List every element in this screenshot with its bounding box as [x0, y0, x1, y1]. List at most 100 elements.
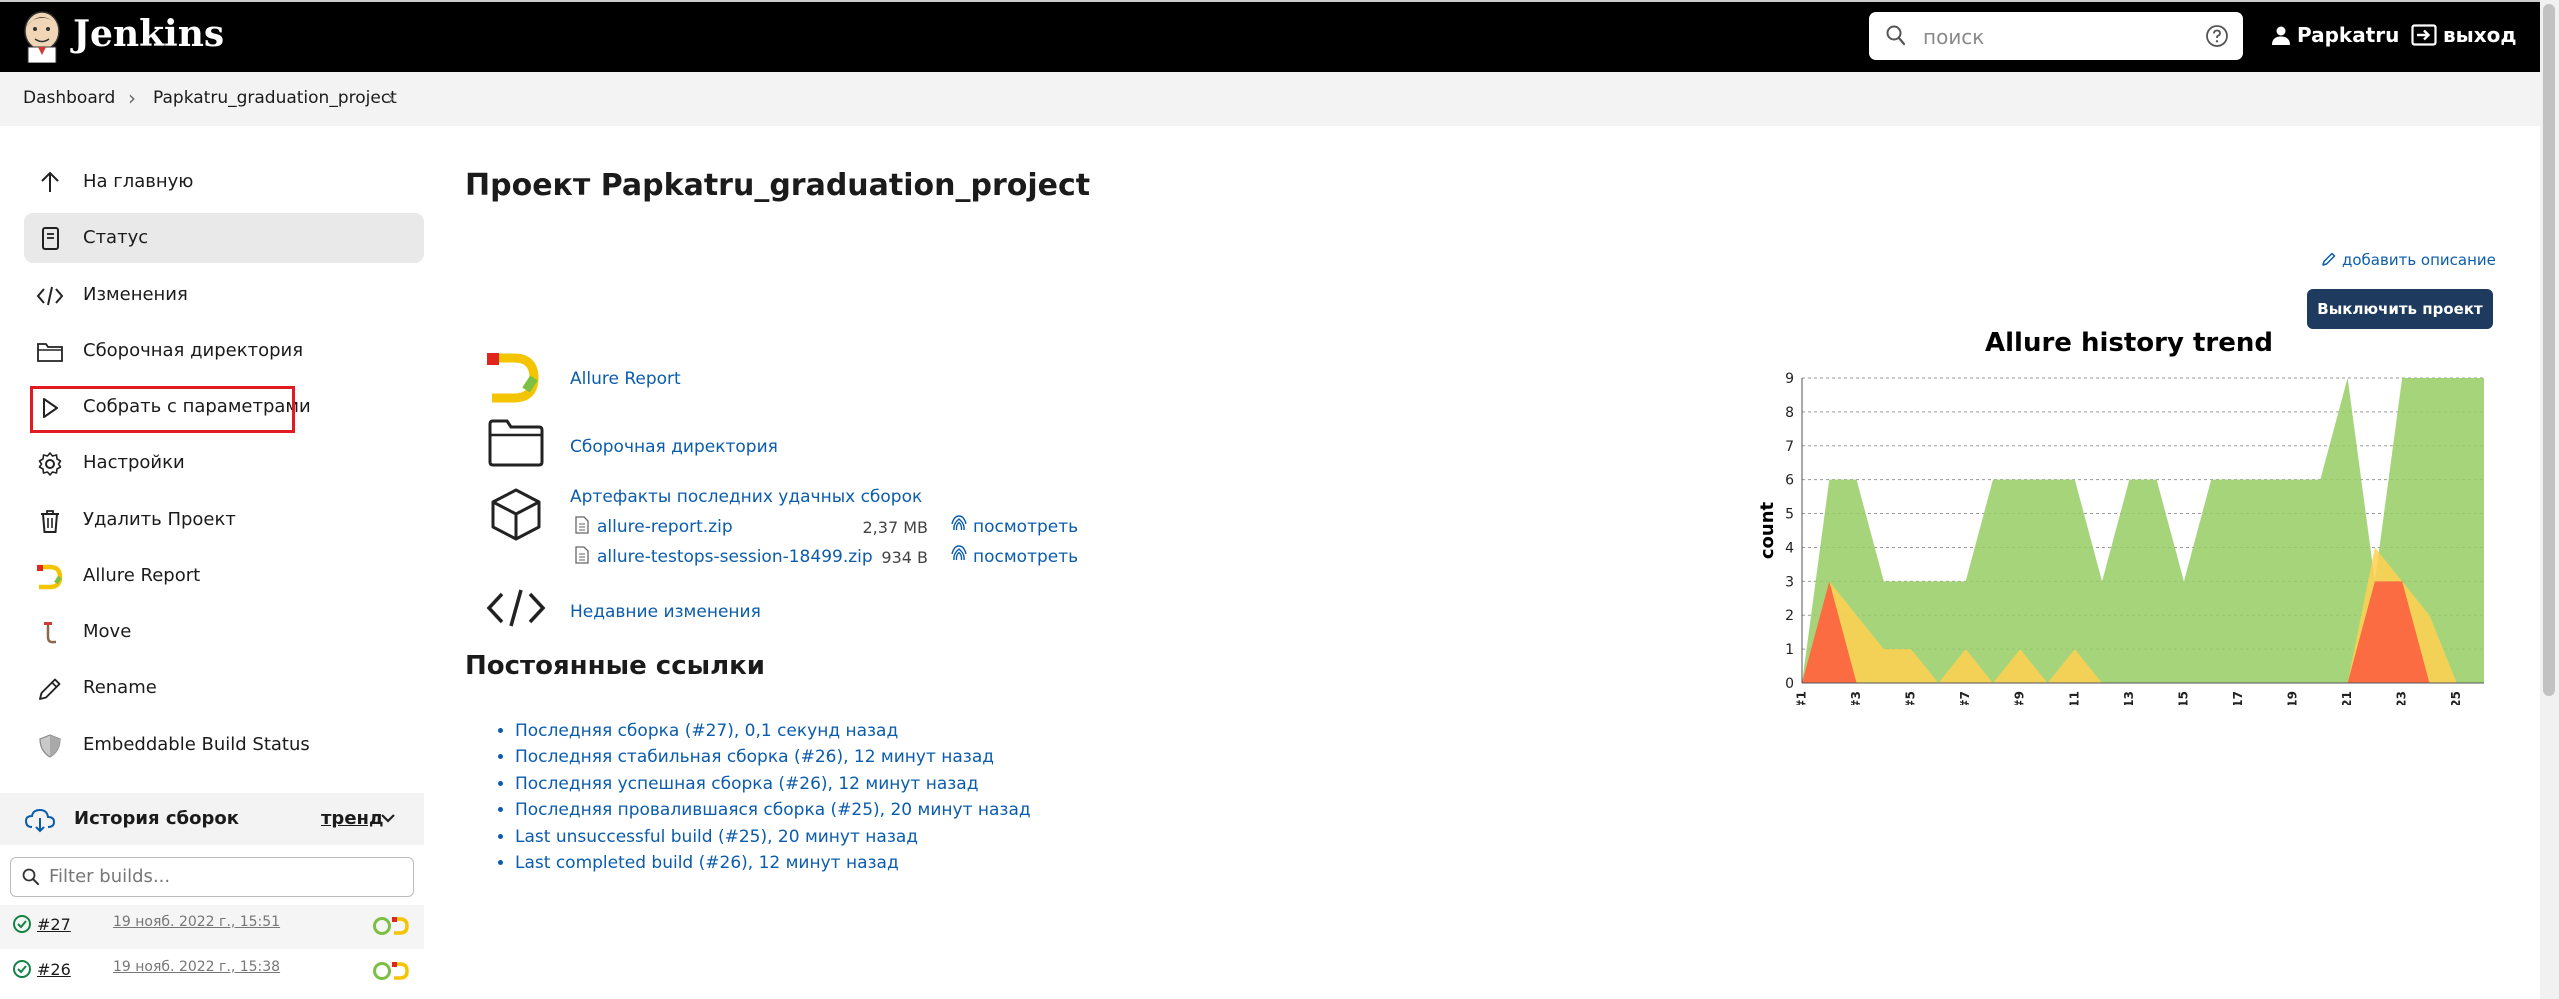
trend-link[interactable]: тренд	[321, 808, 384, 829]
list-item: Last completed build (#26), 12 минут наз…	[515, 850, 1031, 876]
user-icon	[2272, 26, 2290, 45]
artifact-size: 934 B	[881, 548, 928, 567]
artifact-file-link[interactable]: allure-report.zip	[597, 517, 733, 537]
logout-link[interactable]: выход	[2411, 23, 2517, 47]
list-item: Последняя успешная сборка (#26), 12 мину…	[515, 771, 1031, 797]
permalink[interactable]: Последняя стабильная сборка (#26), 12 ми…	[515, 747, 994, 767]
gear-icon	[38, 452, 62, 476]
build-row[interactable]: #27 19 нояб. 2022 г., 15:51	[0, 905, 424, 949]
allure-report-icon[interactable]	[372, 961, 412, 981]
chevron-down-icon[interactable]	[380, 812, 396, 824]
highlight-box	[30, 386, 295, 433]
search-icon	[22, 868, 39, 885]
allure-report-icon[interactable]	[372, 916, 412, 936]
shield-icon	[39, 734, 61, 758]
x-tick-label: #7	[1958, 691, 1972, 705]
list-item: Последняя стабильная сборка (#26), 12 ми…	[515, 744, 1031, 770]
permalink[interactable]: Last unsuccessful build (#25), 20 минут …	[515, 827, 918, 847]
y-tick-label: 6	[1785, 473, 1794, 489]
artifact-file-link[interactable]: allure-testops-session-18499.zip	[597, 547, 873, 567]
artifacts-link[interactable]: Артефакты последних удачных сборок	[570, 487, 922, 507]
allure-trend-chart[interactable]: 0 1 2 3 4 5 6 7 8 9 #1 #3 #5 #7 #9 #11 #13 #15 #17 #19 #21 #2…	[1740, 360, 2500, 705]
permalink[interactable]: Последняя успешная сборка (#26), 12 мину…	[515, 774, 978, 794]
move-icon	[44, 622, 56, 644]
sidebar-item-label: Удалить Проект	[83, 509, 236, 530]
list-item: Последняя сборка (#27), 0,1 секунд назад	[515, 718, 1031, 744]
x-tick-label: #13	[2122, 691, 2136, 705]
permalink[interactable]: Последняя сборка (#27), 0,1 секунд назад	[515, 721, 898, 741]
filter-builds-field[interactable]	[10, 857, 414, 897]
y-tick-label: 7	[1785, 439, 1794, 455]
code-icon	[36, 286, 64, 306]
jenkins-logo-icon[interactable]	[20, 9, 64, 63]
add-description-link[interactable]: добавить описание	[2321, 251, 2496, 269]
sidebar-item-status[interactable]: Статус	[24, 213, 424, 263]
sidebar-item-move[interactable]: Move	[24, 607, 424, 657]
sidebar-item-home[interactable]: На главную	[24, 157, 424, 207]
disable-project-button[interactable]: Выключить проект	[2307, 289, 2493, 329]
user-link[interactable]: Papkatru	[2271, 23, 2399, 47]
breadcrumb-project[interactable]: Papkatru_graduation_project	[153, 88, 397, 108]
sidebar-item-allure-report[interactable]: Allure Report	[24, 551, 424, 601]
y-tick-label: 4	[1785, 540, 1794, 556]
file-icon	[575, 546, 589, 564]
sidebar-item-workspace[interactable]: Сборочная директория	[24, 326, 424, 376]
sidebar-item-changes[interactable]: Изменения	[24, 270, 424, 320]
sidebar-item-label: На главную	[83, 171, 194, 192]
x-tick-label: #21	[2340, 691, 2354, 705]
sidebar-item-label: Rename	[83, 677, 157, 698]
x-tick-label: #11	[2067, 691, 2081, 705]
sidebar-item-label: Статус	[83, 227, 149, 248]
y-axis-label: count	[1757, 501, 1778, 559]
x-tick-label: #1	[1795, 691, 1809, 705]
pencil-icon	[39, 678, 61, 700]
pencil-icon	[2322, 252, 2336, 266]
filter-builds-input[interactable]	[47, 865, 401, 888]
breadcrumb-separator-icon[interactable]: ›	[387, 86, 395, 110]
sidebar-item-label: Настройки	[83, 452, 185, 473]
x-tick-label: #5	[1904, 691, 1918, 705]
recent-changes-link[interactable]: Недавние изменения	[570, 602, 761, 622]
permalinks-title: Постоянные ссылки	[465, 651, 766, 681]
y-tick-label: 9	[1785, 371, 1794, 387]
search-input[interactable]	[1921, 23, 2195, 51]
x-tick-label: #9	[2013, 691, 2027, 705]
trash-icon	[41, 510, 59, 533]
list-item: Последняя провалившаяся сборка (#25), 20…	[515, 797, 1031, 823]
fingerprint-icon[interactable]	[950, 544, 968, 564]
build-number-link[interactable]: #27	[37, 915, 71, 934]
x-tick-label: #19	[2286, 691, 2300, 705]
file-icon	[575, 516, 589, 534]
y-tick-label: 8	[1785, 405, 1794, 421]
build-date-link[interactable]: 19 нояб. 2022 г., 15:51	[113, 914, 280, 930]
logout-icon	[2411, 24, 2437, 46]
build-row[interactable]: #26 19 нояб. 2022 г., 15:38	[0, 950, 424, 994]
x-tick-label: #25	[2449, 691, 2463, 705]
cloud-icon	[24, 808, 56, 833]
build-number-link[interactable]: #26	[37, 960, 71, 979]
build-date-link[interactable]: 19 нояб. 2022 г., 15:38	[113, 959, 280, 975]
view-fingerprint-link[interactable]: посмотреть	[973, 547, 1078, 567]
workspace-link[interactable]: Сборочная директория	[570, 437, 778, 457]
y-tick-label: 2	[1785, 608, 1794, 624]
permalink[interactable]: Последняя провалившаяся сборка (#25), 20…	[515, 800, 1031, 820]
sidebar-item-embeddable-build-status[interactable]: Embeddable Build Status	[24, 720, 424, 770]
scrollbar-thumb[interactable]	[2543, 4, 2555, 696]
help-icon[interactable]	[2205, 24, 2229, 48]
add-description-label: добавить описание	[2342, 251, 2496, 269]
top-bar: Jenkins Papkatru выход	[0, 0, 2540, 72]
allure-report-icon	[487, 353, 539, 403]
allure-icon	[37, 564, 63, 590]
sidebar-item-label: Сборочная директория	[83, 340, 304, 361]
breadcrumb-separator-icon[interactable]: ›	[128, 86, 136, 110]
breadcrumb-dashboard[interactable]: Dashboard	[23, 88, 115, 108]
sidebar-item-settings[interactable]: Настройки	[24, 438, 424, 488]
permalink[interactable]: Last completed build (#26), 12 минут наз…	[515, 853, 899, 873]
search-box[interactable]	[1869, 12, 2243, 60]
fingerprint-icon[interactable]	[950, 514, 968, 534]
sidebar-item-rename[interactable]: Rename	[24, 663, 424, 713]
sidebar-item-delete-project[interactable]: Удалить Проект	[24, 495, 424, 545]
brand-name[interactable]: Jenkins	[73, 13, 224, 55]
allure-report-link[interactable]: Allure Report	[570, 369, 681, 389]
view-fingerprint-link[interactable]: посмотреть	[973, 517, 1078, 537]
